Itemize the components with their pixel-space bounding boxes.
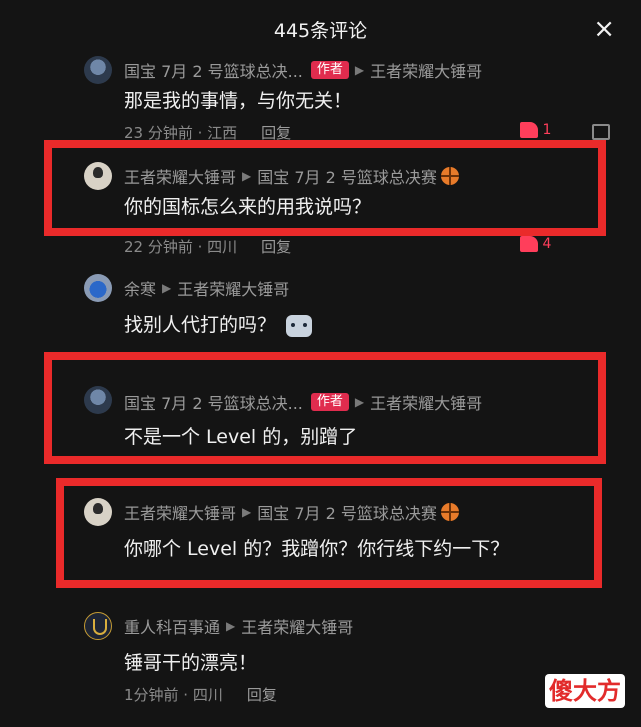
reply-to-username[interactable]: 王者荣耀大锤哥 [370,58,482,82]
avatar[interactable] [84,612,112,640]
comment-meta: 余寒 ▶ 王者荣耀大锤哥 [124,276,289,300]
comment-text: 锤哥干的漂亮！ [124,652,258,674]
reply-to-username[interactable]: 王者荣耀大锤哥 [177,276,289,300]
comment-info: 1分钟前 · 四川 回复 [124,684,277,705]
reply-button[interactable]: 回复 [247,686,277,704]
comment-text: 找别人代打的吗？ [124,310,313,337]
thumbs-up-icon [520,122,538,138]
like-button[interactable]: 1 [520,122,551,138]
author-badge: 作者 [310,61,349,79]
reply-arrow-icon: ▶ [226,619,236,633]
comment-meta: 国宝 7月 2 号篮球总决... 作者 ▶ 王者荣耀大锤哥 [124,58,482,82]
close-icon[interactable]: × [593,14,615,44]
reply-arrow-icon: ▶ [354,63,365,77]
thumbs-down-icon[interactable] [592,124,610,140]
avatar[interactable] [84,274,112,302]
highlight-box [56,478,602,588]
comment-text: 那是我的事情，与你无关！ [124,90,353,112]
comment-info: 22 分钟前 · 四川 回复 [124,236,291,257]
comments-header: 445条评论 × [0,0,641,58]
like-button[interactable]: 4 [520,236,551,252]
comment-count-title: 445条评论 [273,20,368,42]
reply-arrow-icon: ▶ [162,281,172,295]
reply-button[interactable]: 回复 [261,238,291,256]
comment-meta: 重人科百事通 ▶ 王者荣耀大锤哥 [124,614,353,638]
reply-to-username[interactable]: 王者荣耀大锤哥 [241,614,353,638]
comment-username[interactable]: 国宝 7月 2 号篮球总决... [124,58,303,82]
watermark-logo: 傻大方 [545,674,625,708]
like-count: 4 [542,236,552,252]
highlight-box [44,140,606,236]
thumbs-up-icon [520,236,538,252]
comment-username[interactable]: 重人科百事通 [124,614,220,638]
comment-username[interactable]: 余寒 [124,276,156,300]
comment-time-location: 22 分钟前 · 四川 [124,238,238,256]
comment-time-location: 1分钟前 · 四川 [124,686,223,704]
highlight-box [44,352,606,464]
like-count: 1 [542,122,552,138]
cat-emoji-icon [286,314,313,337]
comment-text-content: 找别人代打的吗？ [124,314,277,336]
avatar[interactable] [84,56,112,84]
